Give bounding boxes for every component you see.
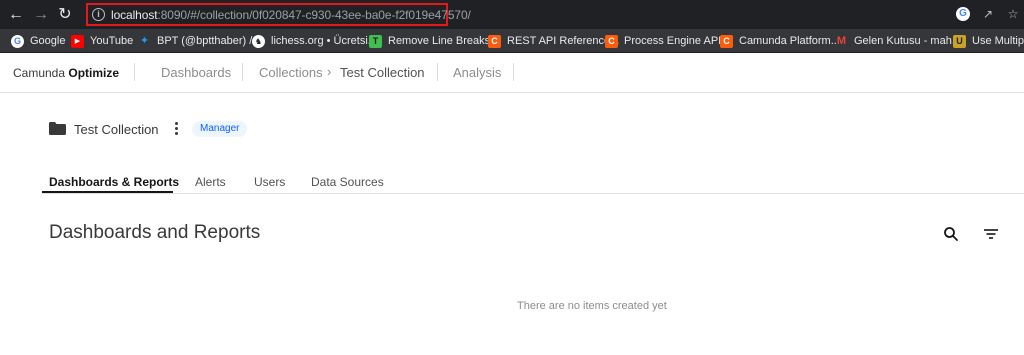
- header-divider: [513, 63, 514, 81]
- bookmark-label: Use Multiple: [972, 35, 1024, 47]
- gmail-icon: M: [836, 34, 847, 47]
- twitter-icon: ✦: [139, 34, 150, 47]
- nav-dashboards[interactable]: Dashboards: [161, 65, 231, 80]
- bookmark-lichess[interactable]: ♞ lichess.org • Ücretsi...: [252, 33, 377, 49]
- tab-users[interactable]: Users: [254, 175, 285, 189]
- breadcrumb-separator: ›: [327, 64, 332, 79]
- nav-collections[interactable]: Collections: [259, 65, 323, 80]
- address-bar[interactable]: i localhost:8090/#/collection/0f020847-c…: [86, 3, 471, 26]
- bookmark-icon: U: [953, 34, 966, 48]
- bookmark-youtube[interactable]: ▶ YouTube: [71, 33, 133, 49]
- search-icon[interactable]: [943, 226, 959, 242]
- tab-data-sources[interactable]: Data Sources: [311, 175, 384, 189]
- nav-analysis[interactable]: Analysis: [453, 65, 501, 80]
- bookmark-label: YouTube: [90, 35, 134, 47]
- address-url[interactable]: localhost:8090/#/collection/0f020847-c93…: [111, 8, 471, 22]
- brand-name: Optimize: [68, 66, 120, 80]
- url-host: localhost: [111, 8, 158, 22]
- empty-state-message: There are no items created yet: [517, 300, 667, 312]
- remove-line-breaks-icon: T: [369, 34, 382, 48]
- bookmark-use-multiple[interactable]: U Use Multiple: [953, 33, 1024, 49]
- sort-icon[interactable]: [983, 226, 999, 242]
- header-divider: [134, 63, 135, 81]
- browser-toolbar: ← → ↻ i localhost:8090/#/collection/0f02…: [0, 0, 1024, 29]
- bookmark-label: REST API Reference...: [507, 35, 620, 47]
- bookmark-process-engine[interactable]: C Process Engine API...: [605, 33, 730, 49]
- bookmarks-bar: G Google ▶ YouTube ✦ BPT (@bptthaber) /.…: [0, 29, 1024, 53]
- folder-icon: [49, 122, 66, 135]
- app-header: Camunda Optimize Dashboards Collections …: [0, 53, 1024, 93]
- brand-prefix: Camunda: [13, 66, 66, 80]
- bookmark-label: Google: [30, 35, 66, 47]
- camunda-icon: C: [605, 34, 618, 48]
- bookmark-gmail[interactable]: M Gelen Kutusu - mah...: [835, 33, 961, 49]
- youtube-icon: ▶: [71, 34, 84, 48]
- bookmark-remove-line-breaks[interactable]: T Remove Line Breaks...: [369, 33, 499, 49]
- camunda-icon: C: [488, 34, 501, 48]
- bookmark-twitter[interactable]: ✦ BPT (@bptthaber) /...: [138, 33, 262, 49]
- collection-title: Test Collection: [74, 122, 159, 137]
- bookmark-label: Camunda Platform...: [739, 35, 840, 47]
- bookmark-label: Remove Line Breaks...: [388, 35, 500, 47]
- bookmark-label: lichess.org • Ücretsi...: [271, 35, 377, 47]
- app-brand[interactable]: Camunda Optimize: [13, 66, 119, 80]
- bookmark-google[interactable]: G Google: [11, 33, 65, 49]
- bookmark-camunda-platform[interactable]: C Camunda Platform...: [720, 33, 840, 49]
- google-icon: G: [11, 34, 24, 48]
- share-icon[interactable]: ↗: [981, 7, 995, 21]
- breadcrumb-current[interactable]: Test Collection: [340, 65, 425, 80]
- site-info-icon[interactable]: i: [92, 8, 105, 21]
- back-arrow-icon[interactable]: ←: [6, 5, 26, 25]
- bookmark-rest-api[interactable]: C REST API Reference...: [488, 33, 619, 49]
- section-title: Dashboards and Reports: [49, 222, 261, 243]
- header-divider: [242, 63, 243, 81]
- google-lens-icon[interactable]: G: [956, 7, 970, 21]
- lichess-icon: ♞: [252, 34, 265, 48]
- bookmark-label: Gelen Kutusu - mah...: [854, 35, 961, 47]
- bookmark-label: BPT (@bptthaber) /...: [157, 35, 262, 47]
- forward-arrow-icon[interactable]: →: [31, 5, 51, 25]
- bookmark-star-icon[interactable]: ☆: [1006, 7, 1020, 21]
- tabs-divider: [42, 193, 1024, 194]
- bookmark-label: Process Engine API...: [624, 35, 731, 47]
- more-options-icon[interactable]: [171, 121, 181, 137]
- reload-icon[interactable]: ↻: [55, 5, 75, 25]
- url-path: :8090/#/collection/0f020847-c930-43ee-ba…: [157, 8, 471, 22]
- camunda-icon: C: [720, 34, 733, 48]
- role-badge: Manager: [192, 121, 248, 137]
- tab-alerts[interactable]: Alerts: [195, 175, 226, 189]
- header-divider: [437, 63, 438, 81]
- active-tab-indicator: [42, 191, 173, 193]
- tab-dashboards-reports[interactable]: Dashboards & Reports: [49, 175, 179, 189]
